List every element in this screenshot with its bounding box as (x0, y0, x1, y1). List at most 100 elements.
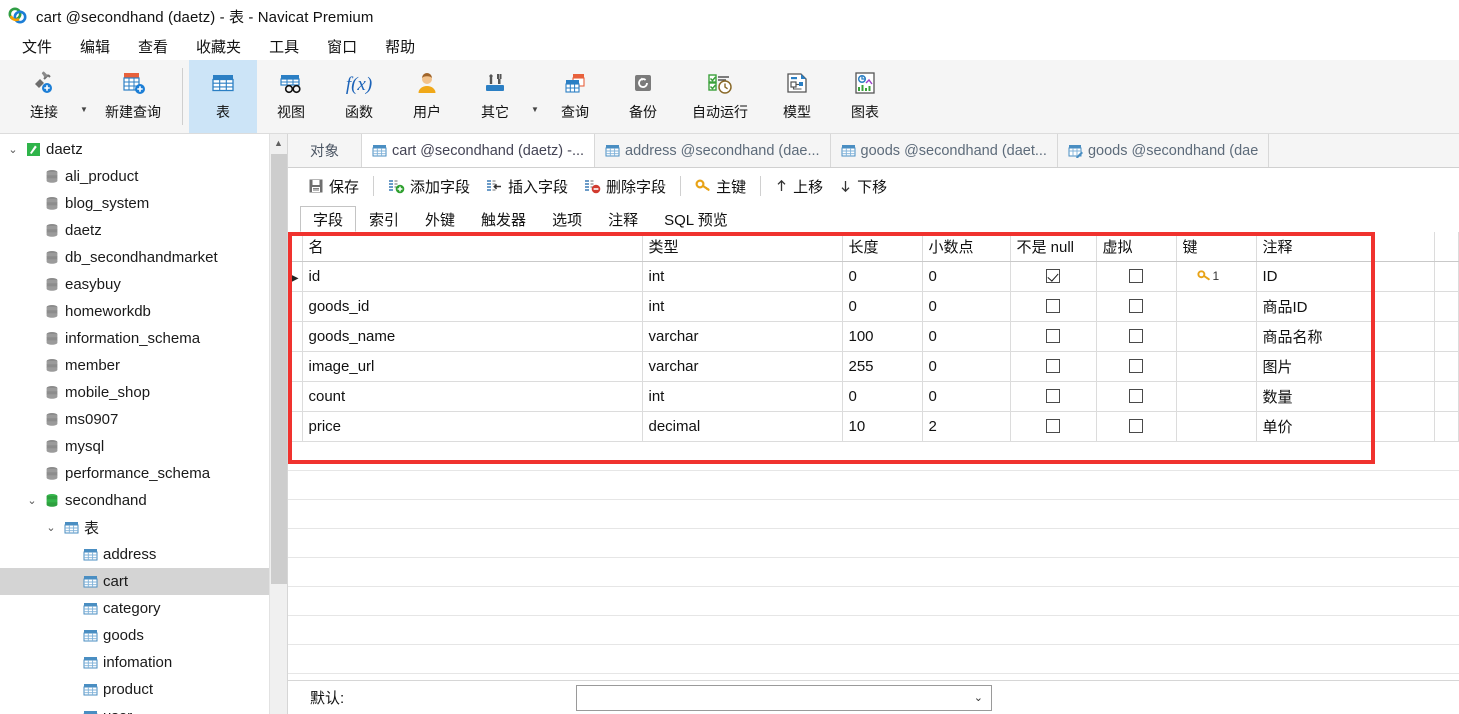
checkbox-icon[interactable] (1046, 299, 1060, 313)
cell-field-type[interactable]: int (642, 261, 843, 292)
tree-node-member[interactable]: member (0, 352, 287, 379)
subtab-options[interactable]: 选项 (539, 206, 595, 232)
checkbox-icon[interactable] (1129, 329, 1143, 343)
cell-field-name[interactable]: count (302, 381, 643, 412)
grid-header-key[interactable]: 键 (1176, 232, 1257, 262)
ribbon-other[interactable]: 其它 (461, 60, 529, 133)
subtab-fields[interactable]: 字段 (300, 206, 357, 232)
cell-key[interactable] (1176, 291, 1257, 322)
cell-virtual-checkbox[interactable] (1096, 381, 1177, 412)
subtab-foreign-keys[interactable]: 外键 (412, 206, 468, 232)
cell-field-name[interactable]: price (302, 411, 643, 442)
cell-virtual-checkbox[interactable] (1096, 351, 1177, 382)
tree-node-easybuy[interactable]: easybuy (0, 271, 287, 298)
menu-tools[interactable]: 工具 (255, 34, 313, 59)
menu-file[interactable]: 文件 (8, 34, 66, 59)
grid-header-length[interactable]: 长度 (842, 232, 923, 262)
add-field-button[interactable]: 添加字段 (380, 174, 478, 199)
tree-node-category[interactable]: category (0, 595, 287, 622)
table-row[interactable]: count int 0 0 数量 (288, 381, 1459, 412)
primary-key-button[interactable]: 主键 (687, 174, 754, 199)
cell-not-null-checkbox[interactable] (1010, 321, 1097, 352)
cell-comment[interactable]: ID (1256, 261, 1435, 292)
cell-not-null-checkbox[interactable] (1010, 381, 1097, 412)
cell-virtual-checkbox[interactable] (1096, 321, 1177, 352)
tree-node-infomation[interactable]: infomation (0, 649, 287, 676)
cell-field-name[interactable]: image_url (302, 351, 643, 382)
menu-help[interactable]: 帮助 (371, 34, 429, 59)
cell-key[interactable] (1176, 321, 1257, 352)
tree-node-information_schema[interactable]: information_schema (0, 325, 287, 352)
tab-objects[interactable]: 对象 (288, 134, 362, 167)
cell-key[interactable] (1176, 381, 1257, 412)
tab-cart-design[interactable]: cart @secondhand (daetz) -... (362, 134, 596, 167)
cell-field-type[interactable]: decimal (642, 411, 843, 442)
cell-field-decimals[interactable]: 0 (922, 261, 1011, 292)
cell-field-name[interactable]: id (302, 261, 643, 292)
ribbon-chart[interactable]: 图表 (831, 60, 899, 133)
tree-node-[interactable]: ⌄ 表 (0, 514, 287, 541)
delete-field-button[interactable]: 删除字段 (576, 174, 674, 199)
checkbox-icon[interactable] (1129, 419, 1143, 433)
cell-virtual-checkbox[interactable] (1096, 291, 1177, 322)
cell-key[interactable] (1176, 351, 1257, 382)
cell-virtual-checkbox[interactable] (1096, 261, 1177, 292)
move-up-button[interactable]: 上移 (767, 174, 831, 199)
grid-header-virtual[interactable]: 虚拟 (1096, 232, 1177, 262)
cell-field-decimals[interactable]: 0 (922, 321, 1011, 352)
cell-key[interactable]: 1 (1176, 261, 1257, 292)
checkbox-icon[interactable] (1046, 269, 1060, 283)
tree-node-performance_schema[interactable]: performance_schema (0, 460, 287, 487)
tree-node-blog_system[interactable]: blog_system (0, 190, 287, 217)
ribbon-function[interactable]: f(x) 函数 (325, 60, 393, 133)
ribbon-automation[interactable]: 自动运行 (677, 60, 763, 133)
ribbon-table[interactable]: 表 (189, 60, 257, 133)
subtab-sql-preview[interactable]: SQL 预览 (651, 206, 741, 232)
ribbon-connection-caret[interactable]: ▼ (78, 60, 90, 133)
cell-field-decimals[interactable]: 0 (922, 291, 1011, 322)
cell-field-length[interactable]: 0 (842, 291, 923, 322)
chevron-down-icon[interactable]: ⌄ (4, 143, 22, 156)
cell-field-decimals[interactable]: 2 (922, 411, 1011, 442)
cell-field-name[interactable]: goods_name (302, 321, 643, 352)
cell-field-decimals[interactable]: 0 (922, 381, 1011, 412)
tab-goods[interactable]: goods @secondhand (daet... (830, 134, 1058, 167)
ribbon-model[interactable]: 模型 (763, 60, 831, 133)
default-value-select[interactable]: ⌄ (576, 684, 992, 711)
cell-not-null-checkbox[interactable] (1010, 351, 1097, 382)
menu-edit[interactable]: 编辑 (66, 34, 124, 59)
ribbon-other-caret[interactable]: ▼ (529, 60, 541, 133)
table-row[interactable]: goods_id int 0 0 商品ID (288, 291, 1459, 322)
save-button[interactable]: 保存 (300, 174, 367, 199)
ribbon-view[interactable]: 视图 (257, 60, 325, 133)
cell-field-type[interactable]: varchar (642, 321, 843, 352)
cell-field-length[interactable]: 10 (842, 411, 923, 442)
tree-node-cart[interactable]: cart (0, 568, 287, 595)
checkbox-icon[interactable] (1046, 359, 1060, 373)
cell-comment[interactable]: 商品ID (1256, 291, 1435, 322)
tree-node-db_secondhandmarket[interactable]: db_secondhandmarket (0, 244, 287, 271)
cell-field-type[interactable]: int (642, 381, 843, 412)
menu-window[interactable]: 窗口 (313, 34, 371, 59)
tree-node-mobile_shop[interactable]: mobile_shop (0, 379, 287, 406)
checkbox-icon[interactable] (1046, 389, 1060, 403)
ribbon-connection[interactable]: 连接 (10, 60, 78, 133)
cell-comment[interactable]: 数量 (1256, 381, 1435, 412)
grid-header-name[interactable]: 名 (302, 232, 643, 262)
subtab-triggers[interactable]: 触发器 (468, 206, 539, 232)
chevron-down-icon[interactable]: ⌄ (42, 521, 60, 534)
cell-field-length[interactable]: 100 (842, 321, 923, 352)
cell-not-null-checkbox[interactable] (1010, 411, 1097, 442)
chevron-down-icon[interactable]: ⌄ (974, 691, 983, 704)
tree-node-daetz[interactable]: daetz (0, 217, 287, 244)
tree-node-daetz[interactable]: ⌄ daetz (0, 136, 287, 163)
tree-node-ali_product[interactable]: ali_product (0, 163, 287, 190)
cell-field-length[interactable]: 0 (842, 261, 923, 292)
ribbon-user[interactable]: 用户 (393, 60, 461, 133)
cell-field-decimals[interactable]: 0 (922, 351, 1011, 382)
checkbox-icon[interactable] (1129, 359, 1143, 373)
scrollbar-thumb[interactable] (271, 154, 287, 584)
cell-key[interactable] (1176, 411, 1257, 442)
grid-header-decimals[interactable]: 小数点 (922, 232, 1011, 262)
chevron-up-icon[interactable]: ▲ (270, 134, 287, 152)
